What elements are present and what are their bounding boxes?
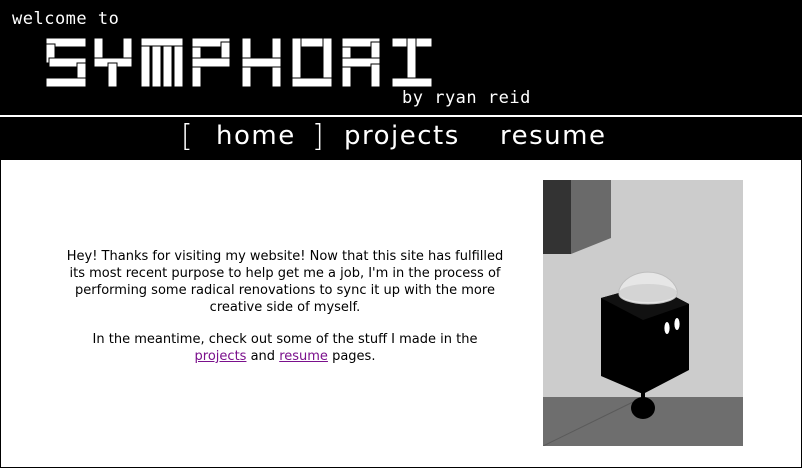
welcome-text: welcome to	[12, 9, 120, 29]
links-text-after: pages.	[332, 349, 376, 364]
projects-link[interactable]: projects	[195, 349, 247, 364]
nav-bracket-close: ]	[312, 119, 324, 154]
main-nav: [ home ] projects resume	[0, 117, 802, 160]
byline-text: by ryan reid	[402, 88, 531, 108]
robot-illustration	[543, 180, 743, 446]
nav-home-link[interactable]: home	[216, 121, 296, 151]
intro-text: Hey! Thanks for visiting my website! Now…	[57, 248, 513, 380]
nav-projects-link[interactable]: projects	[344, 121, 460, 151]
content-area: Hey! Thanks for visiting my website! Now…	[1, 160, 801, 467]
intro-paragraph: Hey! Thanks for visiting my website! Now…	[66, 249, 504, 315]
links-paragraph: In the meantime, check out some of the s…	[57, 331, 513, 365]
site-logo	[46, 38, 433, 88]
nav-bracket-open: [	[181, 119, 193, 154]
links-text-before: In the meantime, check out some of the s…	[92, 332, 478, 347]
links-text-and: and	[250, 349, 276, 364]
nav-resume-link[interactable]: resume	[500, 121, 606, 151]
resume-link[interactable]: resume	[279, 349, 328, 364]
site-header: welcome to by ryan reid	[0, 0, 802, 115]
